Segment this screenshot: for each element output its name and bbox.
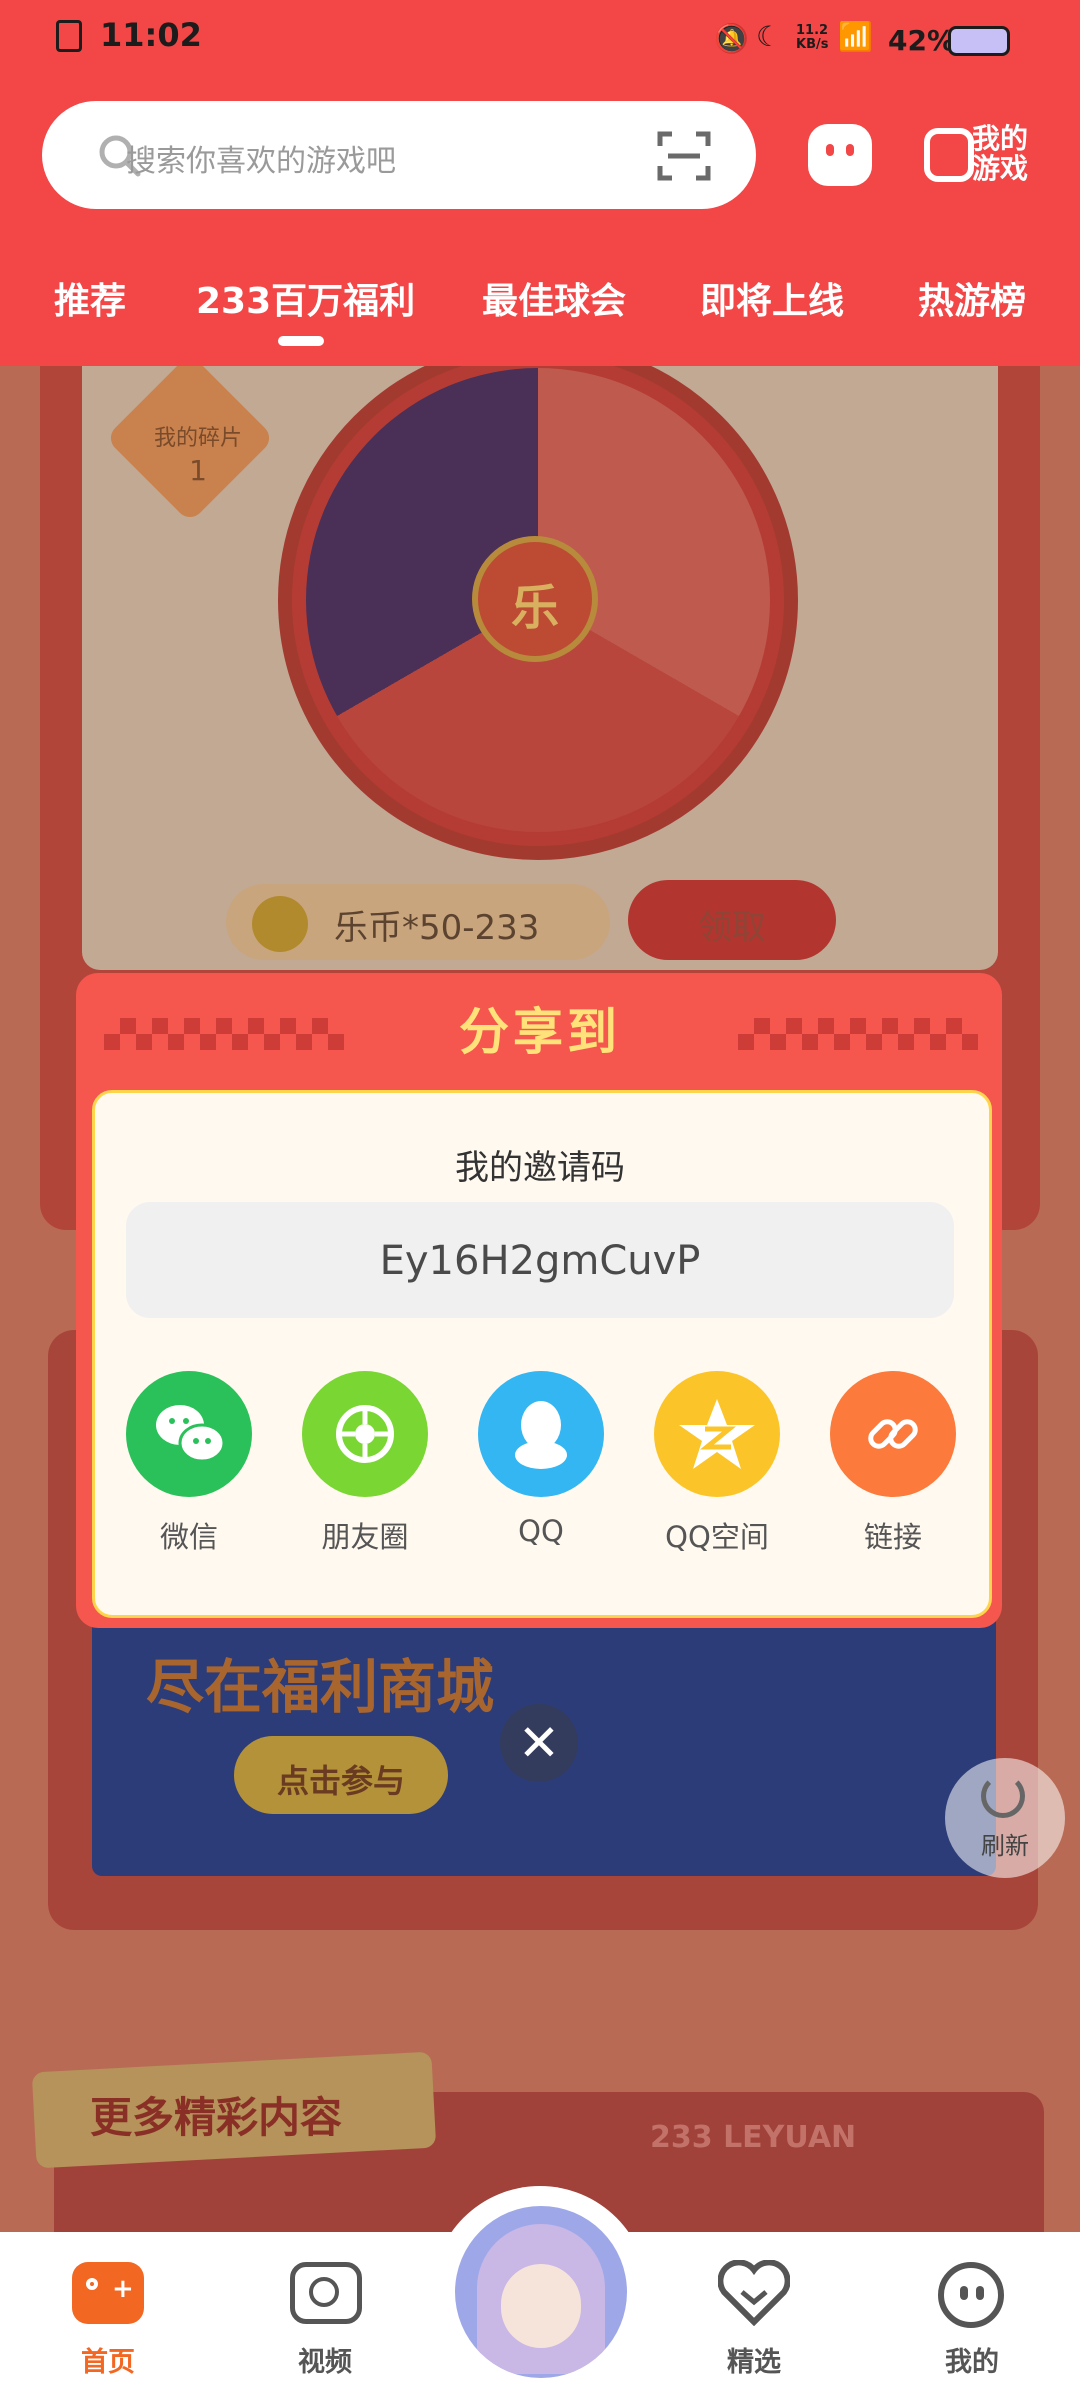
nav-featured-label[interactable]: 精选 xyxy=(694,2340,814,2379)
more-content-title: 更多精彩内容 xyxy=(90,2093,343,2142)
share-wechat-button[interactable] xyxy=(126,1371,252,1497)
tab-recommend[interactable]: 推荐 xyxy=(54,272,126,324)
refresh-button[interactable]: 刷新 xyxy=(945,1758,1065,1878)
mute-icon: 🔕 xyxy=(714,22,749,55)
tab-233-welfare[interactable]: 233百万福利 xyxy=(196,272,415,324)
status-bar: 11:02 🔕 ☾ 11.2 KB/s 📶 42% xyxy=(0,0,1080,80)
close-icon: ✕ xyxy=(518,1714,560,1772)
section-tag: 233 LEYUAN xyxy=(650,2120,857,2155)
avatar-button[interactable] xyxy=(455,2206,627,2378)
share-wechat-label: 微信 xyxy=(159,1520,218,1554)
net-speed: 11.2 KB/s xyxy=(796,23,829,52)
moon-icon: ☾ xyxy=(756,20,782,53)
invite-code-label: 我的邀请码 xyxy=(455,1148,625,1188)
tab-hot-games[interactable]: 热游榜 xyxy=(918,272,1026,324)
qzone-icon xyxy=(679,1399,755,1469)
nav-home-label[interactable]: 首页 xyxy=(48,2340,168,2379)
share-link-button[interactable] xyxy=(830,1371,956,1497)
wechat-icon xyxy=(156,1405,226,1463)
wifi-icon: 📶 xyxy=(838,20,873,53)
refresh-icon xyxy=(981,1774,1025,1818)
share-qq-button[interactable] xyxy=(478,1371,604,1497)
message-icon[interactable] xyxy=(808,124,872,186)
share-qq-label: QQ xyxy=(518,1514,564,1548)
reward-text: 乐币*50-233 xyxy=(334,908,540,948)
share-qzone-label: QQ空间 xyxy=(665,1520,769,1554)
featured-icon[interactable] xyxy=(718,2260,790,2326)
battery-icon xyxy=(948,26,1010,56)
share-moments-label: 朋友圈 xyxy=(321,1520,409,1554)
share-qzone-button[interactable] xyxy=(654,1371,780,1497)
battery-text: 42% xyxy=(888,24,956,57)
home-icon[interactable]: + xyxy=(72,2262,144,2324)
active-tab-indicator xyxy=(278,336,324,346)
banner-cta-label: 点击参与 xyxy=(276,1762,405,1800)
qq-icon xyxy=(515,1401,567,1469)
scan-icon[interactable] xyxy=(656,128,712,184)
tab-coming-soon[interactable]: 即将上线 xyxy=(700,272,844,324)
share-link-label: 链接 xyxy=(863,1520,922,1554)
fragments-label: 我的碎片 xyxy=(153,426,242,451)
my-games-label[interactable]: 我的 游戏 xyxy=(972,124,1036,184)
notification-icon xyxy=(56,20,82,52)
search-placeholder: 搜索你喜欢的游戏吧 xyxy=(126,144,396,179)
fragments-count: 1 xyxy=(189,454,207,487)
claim-button-label: 领取 xyxy=(698,908,766,948)
tab-best-club[interactable]: 最佳球会 xyxy=(482,272,626,324)
share-moments-button[interactable] xyxy=(302,1371,428,1497)
banner-text: 尽在福利商城 xyxy=(146,1653,495,1721)
avatar-face xyxy=(501,2264,581,2348)
share-dialog-title: 分享到 xyxy=(459,1003,621,1061)
profile-icon[interactable] xyxy=(938,2262,1004,2328)
video-icon[interactable] xyxy=(290,2262,362,2324)
link-icon xyxy=(868,1419,918,1449)
invite-code[interactable]: Ey16H2gmCuvP xyxy=(126,1238,954,1284)
close-dialog-button[interactable]: ✕ xyxy=(500,1704,578,1782)
status-time: 11:02 xyxy=(100,16,202,54)
moments-icon xyxy=(336,1405,394,1463)
refresh-label: 刷新 xyxy=(981,1832,1029,1860)
nav-video-label[interactable]: 视频 xyxy=(265,2340,385,2379)
coin-icon xyxy=(252,896,308,952)
nav-profile-label[interactable]: 我的 xyxy=(912,2340,1032,2379)
my-games-icon[interactable] xyxy=(924,128,974,182)
wheel-center-label: 乐 xyxy=(510,580,559,636)
